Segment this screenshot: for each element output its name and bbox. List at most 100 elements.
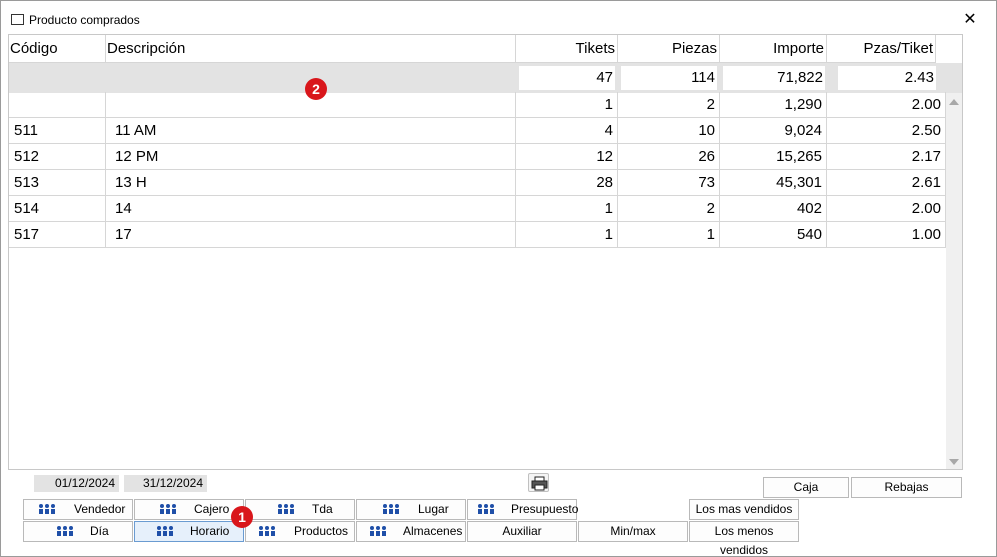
total-pzas-tiket: 2.43 bbox=[838, 66, 936, 90]
people-group-icon bbox=[278, 504, 294, 514]
people-group-icon bbox=[157, 526, 173, 536]
cell-importe: 9,024 bbox=[720, 118, 827, 144]
cell-tikets: 1 bbox=[516, 196, 618, 222]
window-title: Producto comprados bbox=[29, 13, 140, 27]
cell-importe: 540 bbox=[720, 222, 827, 248]
date-to-field[interactable]: 31/12/2024 bbox=[124, 475, 207, 492]
horario-label: Horario bbox=[190, 524, 230, 538]
cell-importe: 402 bbox=[720, 196, 827, 222]
caja-button[interactable]: Caja bbox=[763, 477, 849, 498]
products-grid[interactable]: Código Descripción Tikets Piezas Importe… bbox=[8, 34, 963, 470]
table-row[interactable]: 513 13 H 28 73 45,301 2.61 bbox=[9, 170, 946, 196]
cajero-label: Cajero bbox=[194, 502, 230, 516]
cell-codigo: 512 bbox=[9, 144, 106, 170]
cell-piezas: 2 bbox=[618, 196, 720, 222]
total-tikets: 47 bbox=[519, 66, 615, 90]
annotation-marker-2: 2 bbox=[305, 78, 327, 100]
cell-codigo: 517 bbox=[9, 222, 106, 248]
cell-piezas: 2 bbox=[618, 92, 720, 118]
close-button[interactable]: ✕ bbox=[959, 10, 981, 30]
cell-importe: 1,290 bbox=[720, 92, 827, 118]
cell-tikets: 4 bbox=[516, 118, 618, 144]
annotation-marker-1: 1 bbox=[231, 506, 253, 528]
cell-piezas: 26 bbox=[618, 144, 720, 170]
cell-pzas-tiket: 2.61 bbox=[827, 170, 946, 196]
column-header-piezas[interactable]: Piezas bbox=[618, 35, 720, 63]
column-header-tikets[interactable]: Tikets bbox=[516, 35, 618, 63]
almacenes-label: Almacenes bbox=[403, 524, 463, 538]
cell-piezas: 73 bbox=[618, 170, 720, 196]
vendedor-label: Vendedor bbox=[74, 502, 126, 516]
cajero-button[interactable]: Cajero bbox=[134, 499, 244, 520]
printer-icon bbox=[531, 476, 548, 491]
cell-descripcion: 13 H bbox=[106, 170, 516, 196]
total-piezas: 114 bbox=[621, 66, 717, 90]
table-row[interactable]: 514 14 1 2 402 2.00 bbox=[9, 196, 946, 222]
cell-descripcion: 14 bbox=[106, 196, 516, 222]
cell-descripcion: 11 AM bbox=[106, 118, 516, 144]
cell-codigo bbox=[9, 92, 106, 118]
table-row[interactable]: 517 17 1 1 540 1.00 bbox=[9, 222, 946, 248]
scroll-up-arrow-icon[interactable] bbox=[949, 99, 959, 105]
people-group-icon bbox=[383, 504, 399, 514]
column-header-importe[interactable]: Importe bbox=[720, 35, 827, 63]
tda-label: Tda bbox=[312, 502, 333, 516]
people-group-icon bbox=[160, 504, 176, 514]
grid-header: Código Descripción Tikets Piezas Importe… bbox=[9, 35, 946, 63]
window-icon bbox=[11, 14, 24, 25]
productos-button[interactable]: Productos bbox=[245, 521, 355, 542]
cell-tikets: 1 bbox=[516, 222, 618, 248]
cell-pzas-tiket: 2.00 bbox=[827, 92, 946, 118]
auxiliar-button[interactable]: Auxiliar bbox=[467, 521, 577, 542]
cell-pzas-tiket: 1.00 bbox=[827, 222, 946, 248]
cell-descripcion: 17 bbox=[106, 222, 516, 248]
vertical-scrollbar[interactable] bbox=[946, 93, 962, 469]
column-header-pzas-tiket[interactable]: Pzas/Tiket bbox=[827, 35, 936, 63]
lugar-button[interactable]: Lugar bbox=[356, 499, 466, 520]
presupuesto-label: Presupuesto bbox=[511, 502, 579, 516]
cell-tikets: 12 bbox=[516, 144, 618, 170]
cell-descripcion: 12 PM bbox=[106, 144, 516, 170]
cell-codigo: 511 bbox=[9, 118, 106, 144]
title-bar: Producto comprados ✕ bbox=[1, 1, 996, 31]
cell-tikets: 1 bbox=[516, 92, 618, 118]
totals-row: 47 114 71,822 2.43 bbox=[9, 63, 962, 93]
column-header-codigo[interactable]: Código bbox=[9, 35, 106, 63]
table-row[interactable]: 512 12 PM 12 26 15,265 2.17 bbox=[9, 144, 946, 170]
cell-pzas-tiket: 2.00 bbox=[827, 196, 946, 222]
cell-tikets: 28 bbox=[516, 170, 618, 196]
cell-piezas: 10 bbox=[618, 118, 720, 144]
vendedor-button[interactable]: Vendedor bbox=[23, 499, 133, 520]
column-header-descripcion[interactable]: Descripción bbox=[106, 35, 516, 63]
almacenes-button[interactable]: Almacenes bbox=[356, 521, 466, 542]
horario-button[interactable]: Horario bbox=[134, 521, 244, 542]
cell-pzas-tiket: 2.50 bbox=[827, 118, 946, 144]
people-group-icon bbox=[57, 526, 73, 536]
report-window: Producto comprados ✕ Código Descripción … bbox=[0, 0, 997, 557]
cell-piezas: 1 bbox=[618, 222, 720, 248]
people-group-icon bbox=[370, 526, 386, 536]
date-from-field[interactable]: 01/12/2024 bbox=[34, 475, 119, 492]
people-group-icon bbox=[478, 504, 494, 514]
cell-importe: 15,265 bbox=[720, 144, 827, 170]
min-max-button[interactable]: Min/max bbox=[578, 521, 688, 542]
rebajas-button[interactable]: Rebajas bbox=[851, 477, 962, 498]
productos-label: Productos bbox=[294, 524, 349, 538]
presupuesto-button[interactable]: Presupuesto bbox=[467, 499, 579, 520]
los-menos-vendidos-button[interactable]: Los menos vendidos bbox=[689, 521, 799, 557]
table-row[interactable]: 1 2 1,290 2.00 bbox=[9, 92, 946, 118]
dia-button[interactable]: Día bbox=[23, 521, 133, 542]
people-group-icon bbox=[39, 504, 55, 514]
los-mas-vendidos-button[interactable]: Los mas vendidos bbox=[689, 499, 799, 520]
tda-button[interactable]: Tda bbox=[245, 499, 355, 520]
cell-codigo: 513 bbox=[9, 170, 106, 196]
cell-codigo: 514 bbox=[9, 196, 106, 222]
scroll-down-arrow-icon[interactable] bbox=[949, 459, 959, 465]
people-group-icon bbox=[259, 526, 275, 536]
dia-label: Día bbox=[90, 524, 109, 538]
print-button[interactable] bbox=[528, 473, 549, 492]
table-row[interactable]: 511 11 AM 4 10 9,024 2.50 bbox=[9, 118, 946, 144]
cell-importe: 45,301 bbox=[720, 170, 827, 196]
lugar-label: Lugar bbox=[418, 502, 449, 516]
cell-pzas-tiket: 2.17 bbox=[827, 144, 946, 170]
